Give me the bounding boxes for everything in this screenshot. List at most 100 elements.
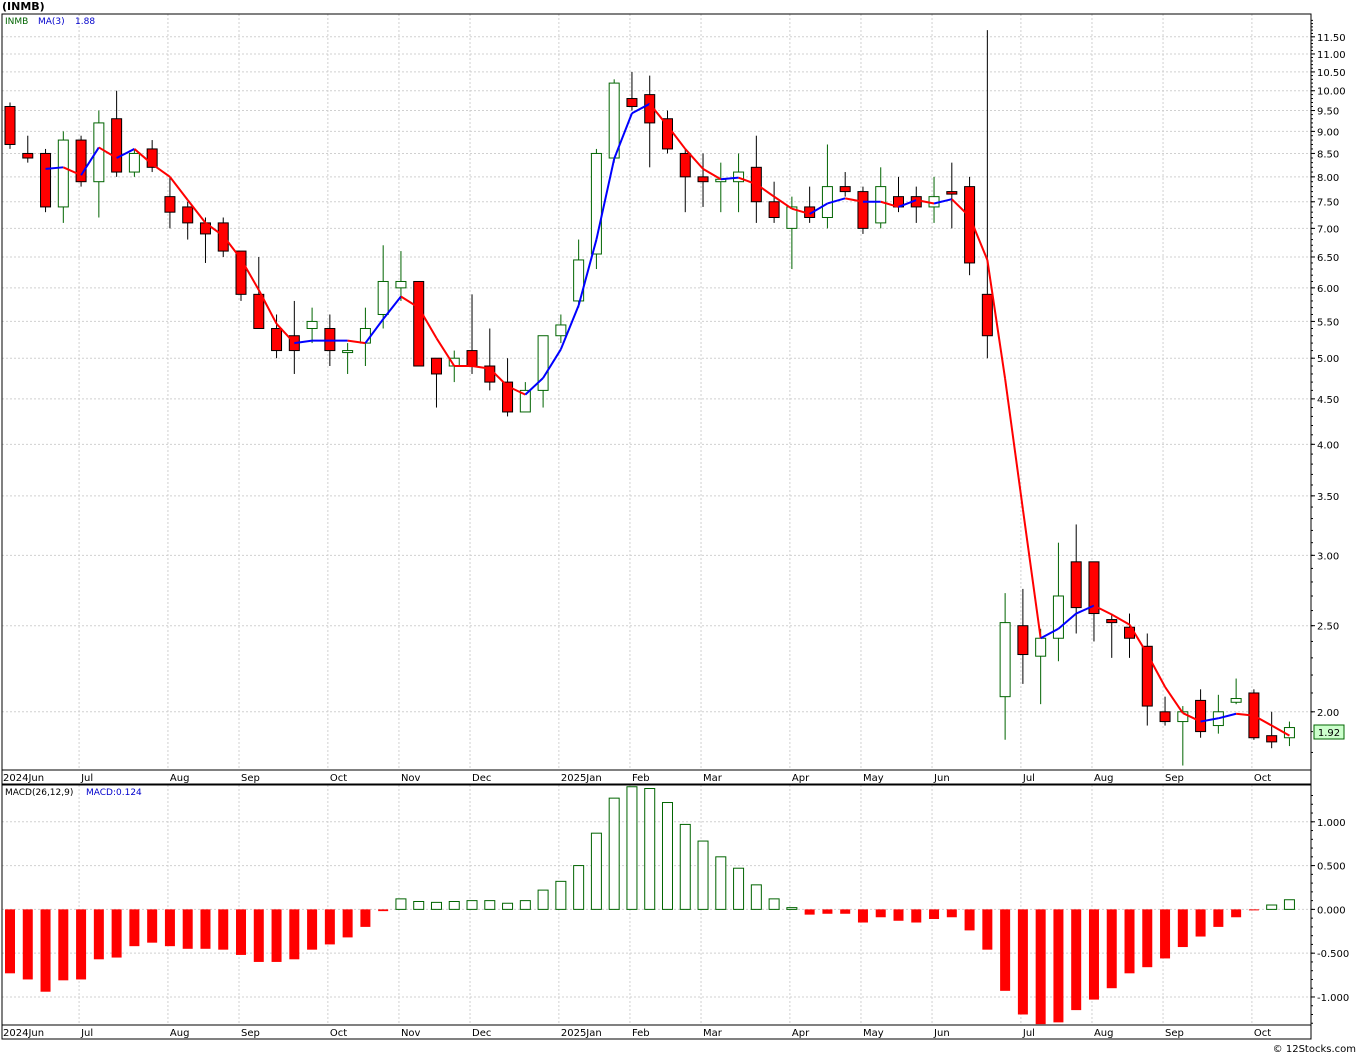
price-date-label: Dec <box>472 773 491 784</box>
macd-date-label: Sep <box>241 1028 260 1039</box>
macd-bar <box>1053 909 1064 1023</box>
macd-bar <box>324 909 335 945</box>
macd-bar <box>893 909 904 921</box>
macd-bar <box>200 909 211 949</box>
candle-body <box>857 191 869 229</box>
macd-bar <box>76 909 87 980</box>
last-price-label: 1.92 <box>1318 728 1340 739</box>
macd-bar <box>413 900 425 910</box>
macd-bar <box>147 909 158 943</box>
macd-bar <box>1071 909 1082 1011</box>
price-date-label: Aug <box>1094 773 1114 784</box>
macd-bar <box>644 788 656 910</box>
price-date-label: 2025Jan <box>561 773 602 784</box>
price-tick-label: 8.00 <box>1317 173 1339 184</box>
macd-bar <box>661 802 673 910</box>
page-title: (INMB) <box>2 0 45 13</box>
macd-bar <box>395 898 407 910</box>
price-tick-label: 7.50 <box>1317 198 1339 209</box>
macd-bar <box>590 832 602 910</box>
macd-date-label: May <box>863 1028 884 1039</box>
candle-body <box>253 293 265 330</box>
price-date-label: Apr <box>792 773 810 784</box>
macd-bar <box>360 909 371 927</box>
macd-date-label: Apr <box>792 1028 810 1039</box>
candle-body <box>40 152 52 208</box>
macd-bar <box>964 909 975 931</box>
price-panel-frame <box>1 13 1312 771</box>
price-tick-label: 5.50 <box>1317 317 1339 328</box>
price-tick-label: 7.00 <box>1317 224 1339 235</box>
candle-body <box>306 320 318 330</box>
candle-body <box>1159 711 1171 723</box>
macd-bar <box>1142 909 1153 968</box>
macd-bar <box>786 907 798 910</box>
macd-bar <box>40 909 51 992</box>
price-tick-label: 3.00 <box>1317 551 1339 562</box>
macd-bar <box>218 909 229 950</box>
macd-date-label: 2025Jan <box>561 1028 602 1039</box>
candle-body <box>111 118 123 173</box>
macd-bar <box>484 900 496 910</box>
macd-bar <box>822 909 833 914</box>
candle-body <box>661 118 673 150</box>
macd-legend-value: MACD:0.124 <box>86 788 142 798</box>
macd-panel-frame <box>1 784 1312 1026</box>
price-tick-label: 10.50 <box>1317 68 1346 79</box>
macd-date-label: Feb <box>632 1028 650 1039</box>
macd-bar <box>430 901 442 910</box>
macd-bar <box>857 909 868 923</box>
macd-bar <box>378 909 389 912</box>
macd-legend-label: MACD(26,12,9) <box>5 788 73 798</box>
macd-date-label: Jul <box>80 1028 93 1039</box>
candle-body <box>377 280 389 315</box>
macd-bar <box>58 909 69 981</box>
macd-bar <box>982 909 993 950</box>
macd-bar <box>1266 904 1278 910</box>
macd-bar <box>750 884 762 910</box>
price-tick-label: 4.50 <box>1317 395 1339 406</box>
macd-bar <box>236 909 247 955</box>
macd-bar <box>679 823 691 910</box>
macd-bar <box>608 797 620 910</box>
macd-date-label: Nov <box>401 1028 421 1039</box>
macd-bar <box>1248 909 1259 911</box>
candle-body <box>359 328 371 344</box>
candle-body <box>75 139 87 183</box>
macd-date-label: Mar <box>703 1028 723 1039</box>
macd-bar <box>93 909 104 960</box>
price-tick-label: 6.00 <box>1317 284 1339 295</box>
macd-bar <box>1195 909 1206 937</box>
stock-chart: 2.00 2.50 3.00 3.50 4.00 4.50 5.00 5.50 6.00 6.50… <box>1 13 1349 1040</box>
candle-body <box>608 82 620 159</box>
candle-body <box>1052 595 1064 639</box>
candle-body <box>679 152 691 178</box>
macd-date-label: Sep <box>1165 1028 1184 1039</box>
macd-date-label: Jul <box>1022 1028 1035 1039</box>
ma-segment <box>1021 509 1042 639</box>
macd-tick-label: 1.000 <box>1317 818 1346 829</box>
candle-body <box>839 186 851 193</box>
price-date-label: Feb <box>632 773 650 784</box>
macd-bar <box>1283 899 1295 910</box>
price-date-label: May <box>863 773 884 784</box>
macd-date-label: Oct <box>1254 1028 1271 1039</box>
macd-bar <box>5 909 15 974</box>
price-date-label: Oct <box>1254 773 1271 784</box>
macd-bar <box>129 909 140 947</box>
price-date-label: Sep <box>241 773 260 784</box>
price-tick-label: 4.00 <box>1317 440 1339 451</box>
candle-body <box>342 350 354 354</box>
candle-body <box>57 139 69 208</box>
macd-bar <box>1000 909 1011 991</box>
candle-body <box>413 280 425 367</box>
price-date-label: 2024Jun <box>3 773 44 784</box>
candle-body <box>1195 699 1207 733</box>
candle-body <box>22 152 34 159</box>
candle-body <box>430 357 442 375</box>
macd-bar <box>502 902 514 910</box>
macd-bar <box>1160 909 1171 959</box>
macd-bar <box>1124 909 1135 974</box>
macd-bar <box>342 909 353 938</box>
candle-body <box>768 201 780 219</box>
